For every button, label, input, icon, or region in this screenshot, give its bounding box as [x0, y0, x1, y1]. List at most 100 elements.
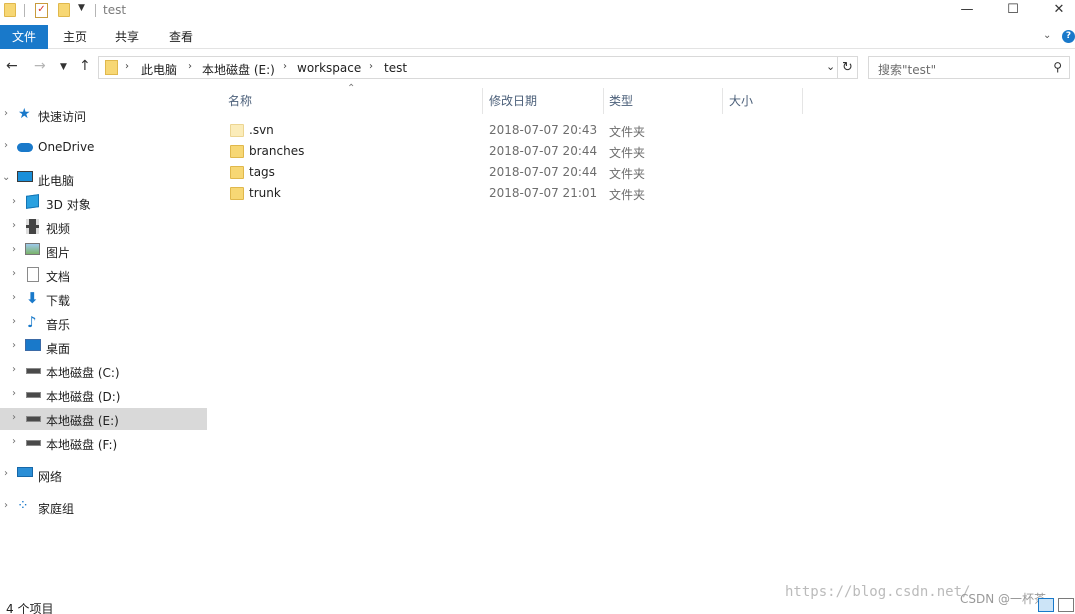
- chevron-right-icon[interactable]: ›: [4, 108, 8, 119]
- star-icon: ★: [18, 106, 31, 122]
- column-header-name[interactable]: 名称: [228, 92, 478, 112]
- sidebar-item-network[interactable]: › 网络: [0, 464, 207, 486]
- chevron-right-icon[interactable]: ›: [4, 140, 8, 151]
- sidebar-item-onedrive[interactable]: › OneDrive: [0, 136, 207, 158]
- chevron-right-icon[interactable]: ›: [4, 500, 8, 511]
- chevron-right-icon[interactable]: ›: [12, 316, 16, 327]
- sidebar-item-label: 网络: [38, 470, 63, 484]
- file-name: trunk: [249, 186, 281, 200]
- breadcrumb-workspace[interactable]: workspace: [297, 61, 361, 75]
- chevron-right-icon[interactable]: ›: [125, 61, 129, 72]
- column-header-date[interactable]: 修改日期: [489, 92, 599, 112]
- sidebar-item-downloads[interactable]: › ⬇ 下载: [0, 288, 207, 310]
- table-row[interactable]: trunk 2018-07-07 21:01 文件夹: [222, 183, 662, 203]
- folder-icon: [105, 60, 118, 75]
- chevron-right-icon[interactable]: ›: [12, 268, 16, 279]
- sidebar-item-drive-e[interactable]: › 本地磁盘 (E:): [0, 408, 207, 430]
- chevron-right-icon[interactable]: ›: [12, 340, 16, 351]
- drive-icon: [26, 392, 41, 398]
- breadcrumb-drive-e[interactable]: 本地磁盘 (E:): [202, 61, 275, 78]
- chevron-right-icon[interactable]: ›: [4, 468, 8, 479]
- sidebar-item-documents[interactable]: › 文档: [0, 264, 207, 286]
- tab-file[interactable]: 文件: [0, 25, 48, 49]
- file-name: branches: [249, 144, 305, 158]
- properties-icon[interactable]: ✓: [35, 3, 48, 18]
- table-row[interactable]: branches 2018-07-07 20:44 文件夹: [222, 141, 662, 161]
- recent-locations-icon[interactable]: ▼: [60, 62, 67, 72]
- column-divider[interactable]: [603, 88, 604, 114]
- sidebar-item-drive-f[interactable]: › 本地磁盘 (F:): [0, 432, 207, 454]
- breadcrumb-this-pc[interactable]: 此电脑: [141, 61, 177, 78]
- expand-ribbon-icon[interactable]: ⌄: [1043, 30, 1051, 41]
- search-input[interactable]: 搜索"test" ⚲: [868, 56, 1070, 79]
- breadcrumb-test[interactable]: test: [384, 61, 407, 75]
- chevron-right-icon[interactable]: ›: [12, 388, 16, 399]
- file-type: 文件夹: [609, 125, 646, 139]
- sidebar-item-drive-c[interactable]: › 本地磁盘 (C:): [0, 360, 207, 382]
- tab-home[interactable]: 主页: [52, 25, 98, 49]
- table-row[interactable]: .svn 2018-07-07 20:43 文件夹: [222, 120, 662, 140]
- search-icon[interactable]: ⚲: [1053, 60, 1062, 74]
- sidebar-item-label: 此电脑: [38, 174, 75, 188]
- sidebar-item-music[interactable]: › ♪ 音乐: [0, 312, 207, 334]
- sidebar-item-desktop[interactable]: › 桌面: [0, 336, 207, 358]
- sidebar-item-label: 本地磁盘 (D:): [46, 390, 121, 404]
- column-divider[interactable]: [802, 88, 803, 114]
- new-folder-icon[interactable]: [58, 3, 70, 17]
- sidebar-item-drive-d[interactable]: › 本地磁盘 (D:): [0, 384, 207, 406]
- help-icon[interactable]: ?: [1062, 30, 1075, 43]
- homegroup-icon: ⁘: [17, 498, 29, 514]
- sidebar-item-label: OneDrive: [38, 140, 95, 154]
- details-view-icon[interactable]: [1038, 598, 1054, 612]
- sidebar-item-label: 图片: [46, 246, 71, 260]
- drive-icon: [26, 368, 41, 374]
- chevron-right-icon[interactable]: ›: [12, 244, 16, 255]
- chevron-right-icon[interactable]: ›: [12, 412, 16, 423]
- file-type: 文件夹: [609, 146, 646, 160]
- picture-icon: [25, 243, 40, 255]
- sidebar-item-label: 视频: [46, 222, 71, 236]
- file-date: 2018-07-07 20:43: [489, 123, 598, 137]
- sidebar-item-videos[interactable]: › 视频: [0, 216, 207, 238]
- sidebar-item-homegroup[interactable]: › ⁘ 家庭组: [0, 496, 207, 518]
- sidebar-item-label: 下载: [46, 294, 71, 308]
- column-header-size[interactable]: 大小: [729, 92, 799, 112]
- chevron-right-icon[interactable]: ›: [12, 364, 16, 375]
- video-icon: [26, 219, 39, 234]
- refresh-button[interactable]: ↻: [838, 56, 858, 79]
- chevron-down-icon[interactable]: ⌄: [2, 172, 10, 183]
- table-row[interactable]: tags 2018-07-07 20:44 文件夹: [222, 162, 662, 182]
- sidebar-item-pictures[interactable]: › 图片: [0, 240, 207, 262]
- watermark-url: https://blog.csdn.net/: [785, 584, 971, 600]
- sidebar-item-this-pc[interactable]: ⌄ 此电脑: [0, 168, 207, 190]
- minimize-button[interactable]: —: [944, 0, 990, 22]
- column-divider[interactable]: [722, 88, 723, 114]
- computer-icon: [17, 171, 33, 182]
- back-arrow-icon[interactable]: ←: [6, 58, 18, 74]
- sidebar-item-3d-objects[interactable]: › 3D 对象: [0, 192, 207, 214]
- column-header-type[interactable]: 类型: [609, 92, 719, 112]
- customize-quick-access-icon[interactable]: ▼: [78, 3, 85, 13]
- sidebar-item-quick-access[interactable]: › ★ 快速访问: [0, 104, 207, 126]
- column-divider[interactable]: [482, 88, 483, 114]
- chevron-right-icon[interactable]: ›: [188, 61, 192, 72]
- tab-view[interactable]: 查看: [158, 25, 204, 49]
- chevron-right-icon[interactable]: ›: [12, 292, 16, 303]
- sidebar-item-label: 文档: [46, 270, 71, 284]
- maximize-button[interactable]: ☐: [990, 0, 1036, 22]
- chevron-right-icon[interactable]: ›: [283, 61, 287, 72]
- ribbon-tabs: 文件 主页 共享 查看 ⌄ ?: [0, 25, 1075, 49]
- chevron-right-icon[interactable]: ›: [369, 61, 373, 72]
- chevron-right-icon[interactable]: ›: [12, 196, 16, 207]
- window-title: test: [103, 3, 127, 17]
- chevron-right-icon[interactable]: ›: [12, 436, 16, 447]
- divider: [95, 4, 96, 17]
- up-arrow-icon[interactable]: ↑: [79, 58, 91, 74]
- large-icons-view-icon[interactable]: [1058, 598, 1074, 612]
- close-button[interactable]: ✕: [1036, 0, 1075, 22]
- forward-arrow-icon[interactable]: →: [34, 58, 46, 74]
- chevron-right-icon[interactable]: ›: [12, 220, 16, 231]
- address-bar[interactable]: › 此电脑 › 本地磁盘 (E:) › workspace › test ⌄: [98, 56, 838, 79]
- tab-share[interactable]: 共享: [104, 25, 150, 49]
- chevron-down-icon[interactable]: ⌄: [826, 60, 835, 73]
